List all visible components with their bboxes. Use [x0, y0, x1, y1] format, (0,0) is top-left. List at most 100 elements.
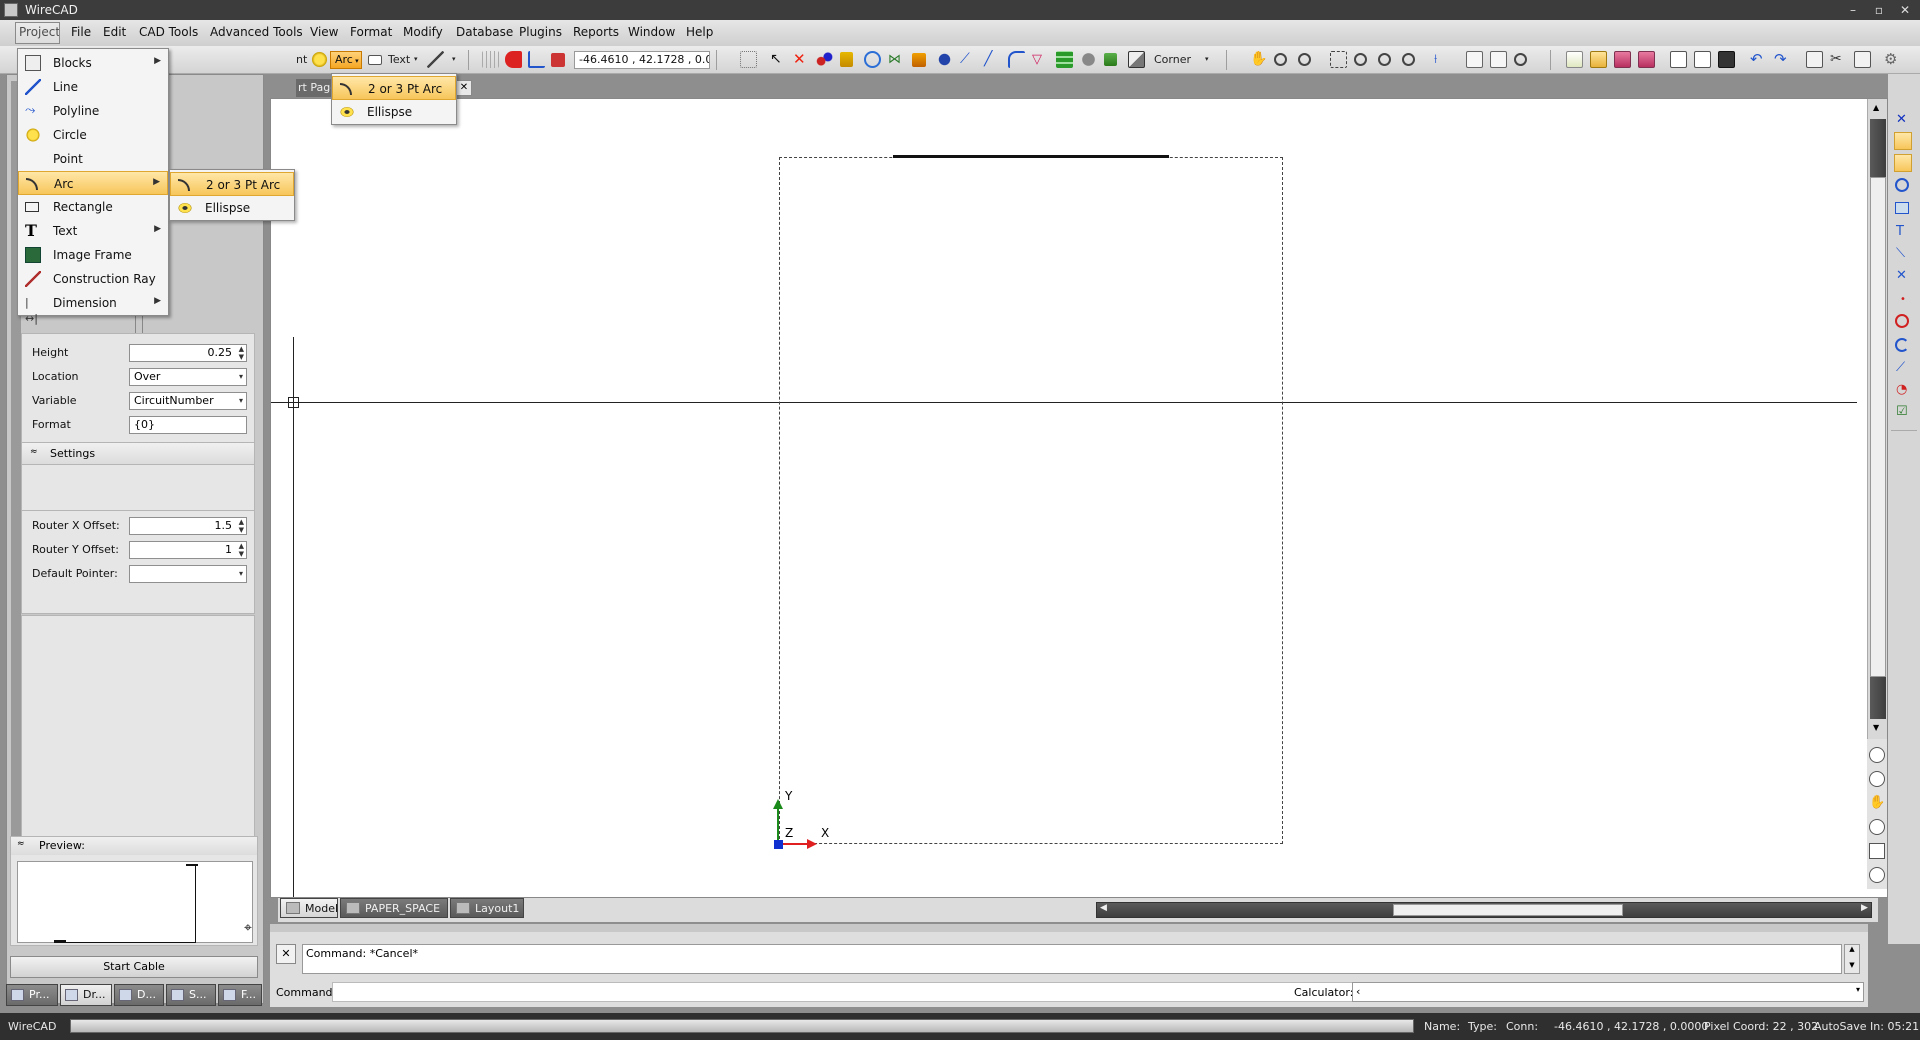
explode-icon[interactable] [936, 51, 953, 68]
rectangle-tool-icon[interactable] [368, 55, 382, 65]
text-tool-label[interactable]: Text [388, 53, 410, 66]
format-input[interactable]: {0} [129, 416, 247, 434]
menu-window[interactable]: Window [628, 25, 675, 39]
arc2-tool-icon[interactable] [1895, 338, 1909, 352]
menu-item-polyline[interactable]: ⤳ Polyline [18, 99, 168, 123]
menu-reports[interactable]: Reports [573, 25, 619, 39]
chamfer-icon[interactable]: ▽ [1032, 51, 1049, 68]
menu-item-dimension[interactable]: |↔| Dimension ▶ [18, 291, 168, 325]
menu-item-2-or-3-pt-arc[interactable]: 2 or 3 Pt Arc [170, 172, 294, 196]
pointer-icon[interactable]: ↖ [770, 51, 787, 68]
tab-database[interactable]: D... [114, 984, 164, 1006]
tab-paper-space[interactable]: PAPER_SPACE [340, 898, 448, 918]
start-cable-button[interactable]: Start Cable [10, 956, 258, 978]
zoom-center-icon[interactable] [1869, 867, 1885, 883]
collapse-chevron-icon[interactable]: ≈ [30, 447, 38, 457]
menu-item-image-frame[interactable]: Image Frame [18, 243, 168, 267]
grid-icon[interactable] [482, 51, 499, 68]
layer-icon[interactable] [1128, 51, 1145, 68]
zoom-in-icon[interactable] [1274, 53, 1287, 66]
drawing-canvas[interactable]: Y Z X ▲ ▼ ✋ [270, 98, 1888, 898]
menu-item-2-or-3-pt-arc[interactable]: 2 or 3 Pt Arc [332, 76, 456, 100]
maximize-button[interactable]: ▫ [1868, 2, 1890, 18]
menu-item-ellipse[interactable]: Ellispse [332, 100, 456, 124]
arc-tool-icon[interactable] [1894, 132, 1912, 150]
tab-layout1[interactable]: Layout1 [450, 898, 524, 918]
ortho-icon[interactable] [528, 51, 545, 68]
menu-database[interactable]: Database [456, 25, 513, 39]
horizontal-scroll-thumb[interactable] [1393, 904, 1623, 916]
delete-icon[interactable]: ✕ [793, 51, 810, 68]
horizontal-scrollbar[interactable]: ◀ ▶ [1096, 902, 1872, 918]
menu-file[interactable]: File [71, 25, 91, 39]
document-tab[interactable]: rt Page [296, 79, 332, 97]
zoom-out-icon[interactable] [1869, 771, 1885, 787]
spin-arrows-icon[interactable]: ▲ ▼ [239, 518, 244, 534]
tab-project[interactable]: Pr... [6, 984, 58, 1006]
close-panel-icon[interactable]: ✕ [1896, 112, 1907, 127]
select-window-icon[interactable] [740, 51, 757, 68]
vertical-scrollbar[interactable]: ▲ ▼ [1867, 99, 1887, 739]
menu-advanced-tools[interactable]: Advanced Tools [210, 25, 303, 39]
group-icon[interactable] [1104, 53, 1117, 66]
trim-icon[interactable]: ⟋ [960, 51, 977, 68]
extend-tool-icon[interactable]: ✕ [1896, 268, 1907, 283]
text-tool-icon[interactable]: T [1896, 224, 1904, 239]
menu-help[interactable]: Help [686, 25, 713, 39]
zoom-out-icon[interactable] [1298, 53, 1311, 66]
print-preview-icon[interactable] [1670, 51, 1687, 68]
pan-icon[interactable]: ✋ [1250, 51, 1267, 68]
router-y-offset-field[interactable]: 1 ▲ ▼ [129, 541, 247, 559]
undo-icon[interactable]: ↶ [1750, 51, 1767, 68]
splitter-grip[interactable] [135, 313, 143, 335]
measure-icon[interactable]: ⟊ [1434, 51, 1451, 68]
text-tool-dropdown-icon[interactable]: ▾ [414, 55, 418, 63]
menu-view[interactable]: View [310, 25, 338, 39]
menu-edit[interactable]: Edit [103, 25, 126, 39]
menu-item-rectangle[interactable]: Rectangle [18, 195, 168, 219]
ring-tool-icon[interactable] [1895, 314, 1909, 328]
zoom-all-icon[interactable] [1378, 53, 1391, 66]
minimize-button[interactable]: – [1842, 2, 1864, 18]
new-file-icon[interactable] [1566, 51, 1583, 68]
tab-files[interactable]: F... [218, 984, 262, 1006]
variable-dropdown[interactable]: CircuitNumber ▾ [129, 392, 247, 410]
save-icon[interactable] [1614, 51, 1631, 68]
command-input[interactable] [332, 982, 1356, 1002]
fillet-icon[interactable] [1008, 51, 1025, 68]
paste-icon[interactable] [1854, 51, 1871, 68]
preview-header[interactable]: ≈ Preview: [11, 837, 257, 855]
collapse-chevron-icon[interactable]: ≈ [17, 839, 25, 849]
scale-icon[interactable] [912, 53, 926, 67]
mirror-icon[interactable]: ⋈ [888, 51, 905, 68]
find-icon[interactable] [1514, 53, 1527, 66]
open-folder-icon[interactable] [1590, 51, 1607, 68]
tab-model[interactable]: Model [280, 898, 338, 918]
cut-icon[interactable]: ✂ [1830, 51, 1847, 68]
polar-icon[interactable] [551, 53, 565, 67]
scroll-left-icon[interactable]: ◀ [1100, 903, 1107, 913]
copy-clipboard-icon[interactable] [1806, 51, 1823, 68]
close-command-icon[interactable]: ✕ [276, 944, 296, 964]
zoom-window-icon[interactable] [1869, 819, 1885, 835]
polar-tool-icon[interactable]: ◔ [1896, 382, 1907, 397]
print-icon[interactable] [1694, 51, 1711, 68]
calculator-dropdown[interactable]: ‹ ▾ [1352, 982, 1864, 1002]
match-props-icon[interactable] [1490, 51, 1507, 68]
menu-item-circle[interactable]: Circle [18, 123, 168, 147]
point-tool-icon[interactable]: • [1900, 294, 1906, 305]
spin-arrows-icon[interactable]: ▲ ▼ [239, 542, 244, 558]
menu-modify[interactable]: Modify [403, 25, 443, 39]
snap-mode-dropdown-icon[interactable]: ▾ [1205, 55, 1209, 63]
line-tool-icon[interactable] [1894, 154, 1912, 172]
trim-tool-icon[interactable]: ⟍ [1896, 246, 1905, 261]
zoom-in-icon[interactable] [1869, 747, 1885, 763]
spin-arrows-icon[interactable]: ▲ ▼ [239, 345, 244, 361]
menu-format[interactable]: Format [350, 25, 392, 39]
save-all-icon[interactable] [1638, 51, 1655, 68]
location-dropdown[interactable]: Over ▾ [129, 368, 247, 386]
plot-icon[interactable] [1718, 51, 1735, 68]
array-icon[interactable] [1056, 51, 1073, 68]
ray-tool-icon[interactable]: ⟋ [1896, 360, 1905, 375]
zoom-previous-icon[interactable] [1402, 53, 1415, 66]
